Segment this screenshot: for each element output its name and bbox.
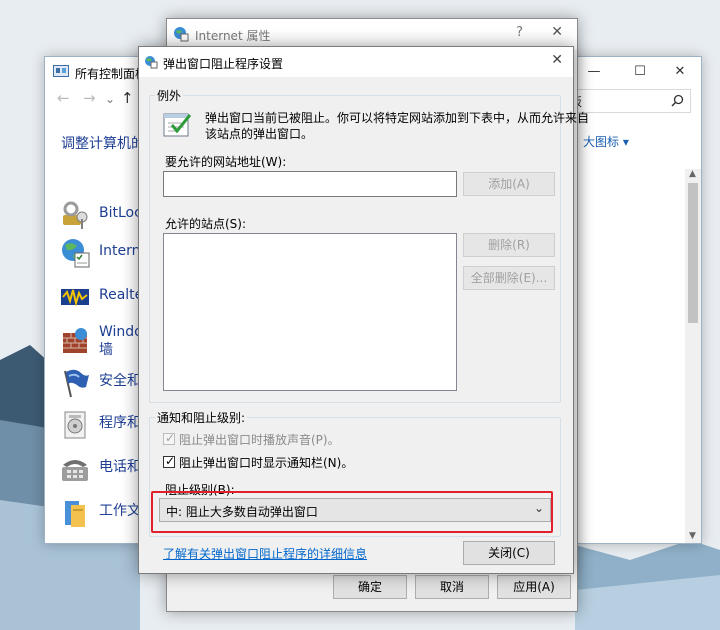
up-arrow-icon[interactable]: ↑ [121, 89, 134, 107]
inet-titlebar[interactable]: Internet 属性 ? ✕ [167, 19, 577, 49]
maximize-button[interactable]: ☐ [625, 61, 655, 83]
bitlocker-icon [63, 201, 88, 229]
security-flag-icon [64, 369, 89, 398]
checkmark-icon: ✓ [165, 454, 176, 468]
allowed-sites-label: 允许的站点(S): [165, 217, 247, 231]
inet-window-title: Internet 属性 [195, 29, 271, 43]
cp-item-label: BitLoc [99, 205, 142, 221]
cp-item-label-line2: 墙 [99, 342, 113, 358]
cp-item-label: 电话和 [99, 459, 141, 475]
cp-heading: 调整计算机的 [61, 136, 145, 152]
firewall-icon [63, 328, 87, 353]
pd-window-title: 弹出窗口阻止程序设置 [163, 57, 284, 71]
minimize-button[interactable]: — [579, 61, 609, 83]
recent-chevron-icon[interactable]: ⌄ [105, 92, 115, 106]
cp-scrollbar-thumb[interactable] [688, 183, 698, 323]
cp-item-label: 安全和 [99, 373, 141, 389]
checkmark-icon: ✓ [165, 431, 176, 445]
learn-more-link[interactable]: 了解有关弹出窗口阻止程序的详细信息 [163, 545, 367, 562]
control-panel-icon [53, 65, 69, 77]
popup-blocker-icon [145, 56, 158, 69]
red-highlight-box [151, 491, 553, 533]
work-folders-icon [65, 501, 85, 527]
scroll-down-icon[interactable]: ▼ [689, 531, 696, 541]
address-label: 要允许的网站地址(W): [165, 155, 287, 169]
phone-modem-icon [62, 460, 88, 481]
scroll-up-icon[interactable]: ▲ [689, 169, 696, 179]
show-notification-bar-label: 阻止弹出窗口时显示通知栏(N)。 [179, 456, 354, 470]
website-address-input[interactable] [163, 171, 457, 197]
cancel-button[interactable]: 取消 [415, 575, 489, 599]
allowed-sites-list[interactable] [163, 233, 457, 391]
search-icon [671, 94, 684, 107]
help-button[interactable]: ? [516, 25, 523, 40]
view-by-dropdown[interactable]: 大图标 ▾ [583, 133, 629, 150]
cp-item-label: 工作文 [99, 503, 141, 519]
forward-arrow-icon[interactable]: → [83, 89, 96, 107]
cp-item-label-line1: Windo [99, 324, 143, 340]
exceptions-group-label: 例外 [155, 87, 184, 104]
close-dialog-button[interactable]: 关闭(C) [463, 541, 555, 565]
apply-button[interactable]: 应用(A) [497, 575, 571, 599]
play-sound-label: 阻止弹出窗口时播放声音(P)。 [179, 433, 340, 447]
internet-properties-icon [174, 27, 189, 42]
cp-item-label: Intern [99, 243, 141, 259]
popup-blocker-dialog[interactable]: 弹出窗口阻止程序设置 ✕ 例外 弹出窗口当前已被阻止。你可以将特定网站添加到下表… [138, 46, 589, 574]
info-text-line2: 该站点的弹出窗口。 [205, 127, 314, 141]
cp-item-label: Realte [99, 287, 144, 303]
internet-options-icon [62, 239, 90, 268]
remove-all-button[interactable]: 全部删除(E)... [463, 266, 555, 290]
inet-close-button[interactable]: ✕ [551, 24, 563, 40]
cp-item-label: 程序和 [99, 415, 141, 431]
pd-close-button[interactable]: ✕ [551, 52, 563, 68]
realtek-audio-icon [61, 289, 89, 307]
info-text-line1: 弹出窗口当前已被阻止。你可以将特定网站添加到下表中，从而允许来自 [205, 111, 590, 125]
back-arrow-icon[interactable]: ← [57, 89, 70, 107]
close-button[interactable]: ✕ [665, 61, 695, 83]
remove-button[interactable]: 删除(R) [463, 233, 555, 257]
pd-titlebar[interactable]: 弹出窗口阻止程序设置 ✕ [139, 47, 573, 77]
notify-group-label: 通知和阻止级别: [155, 409, 248, 426]
show-notification-bar-checkbox[interactable]: ✓ [163, 454, 176, 468]
programs-icon [64, 411, 86, 439]
add-button[interactable]: 添加(A) [463, 172, 555, 196]
allowed-sites-icon [163, 113, 191, 137]
play-sound-checkbox[interactable]: ✓ [163, 431, 176, 445]
ok-button[interactable]: 确定 [333, 575, 407, 599]
cp-scrollbar[interactable]: ▲ ▼ [685, 169, 701, 543]
